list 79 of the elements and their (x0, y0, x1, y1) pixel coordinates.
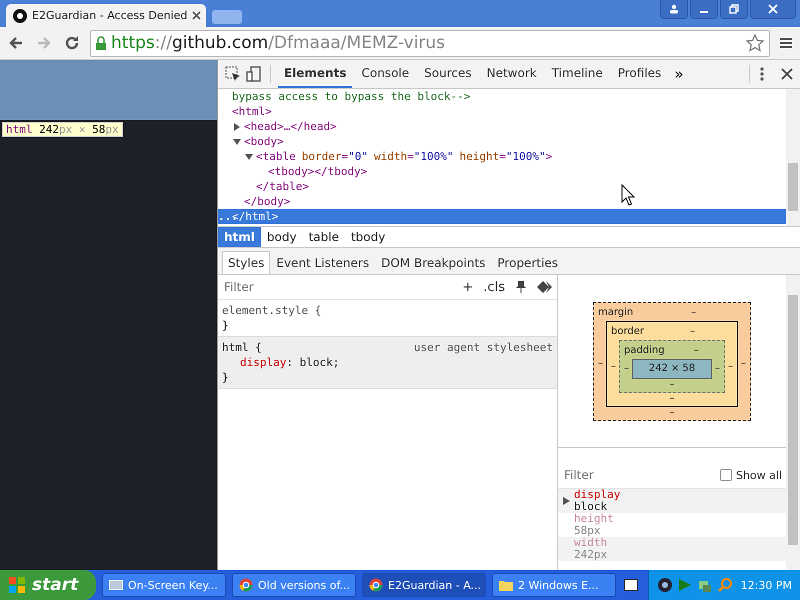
diamond-icon[interactable] (536, 281, 553, 293)
user-icon[interactable] (660, 0, 688, 19)
dom-node[interactable]: <table border="0" width="100%" height="100%"> (256, 149, 552, 164)
class-button[interactable]: .cls (483, 280, 505, 294)
content-box: 242 × 58 (632, 358, 712, 378)
add-rule-button[interactable]: + (462, 280, 474, 294)
scrollbar[interactable] (786, 275, 800, 570)
devtools-tab[interactable]: Elements (278, 60, 352, 88)
property-name: display (574, 489, 622, 501)
property-value: 58px (574, 525, 600, 537)
element-size-tooltip: html 242px × 58px (2, 122, 123, 137)
dom-node[interactable]: </table> (218, 179, 786, 194)
dom-node[interactable]: <tbody></tbody> (268, 164, 368, 179)
taskbar-button[interactable]: Old versions of... (232, 573, 356, 597)
devtools-tab[interactable]: Network (480, 60, 543, 88)
expanded-triangle-icon[interactable] (232, 138, 241, 146)
breadcrumb[interactable]: table (302, 227, 345, 247)
html-comment: bypass access to bypass the block--> (230, 89, 472, 104)
collapsed-triangle-icon[interactable] (562, 497, 570, 505)
dom-node[interactable]: <body> (244, 134, 284, 149)
panel-tab[interactable]: DOM Breakpoints (375, 251, 492, 274)
padlock-icon (95, 36, 107, 50)
filter-field[interactable]: Filter (222, 279, 452, 295)
devtools-tab[interactable]: Sources (418, 60, 478, 88)
css-selector: html { (222, 340, 262, 355)
device-icon[interactable] (244, 65, 263, 83)
show-all-checkbox[interactable]: Show all (720, 468, 782, 482)
close-icon[interactable] (750, 0, 796, 19)
css-declaration: display: block; (238, 355, 340, 370)
scrollbar[interactable] (786, 89, 800, 226)
border-box: border – – padding – – 242 × 58 – – – – (606, 320, 738, 406)
rule-source: user agent stylesheet (414, 340, 553, 355)
start-button[interactable]: start (0, 570, 96, 600)
folder-icon (499, 579, 513, 591)
breadcrumb[interactable]: tbody (344, 227, 392, 247)
property-name: height (574, 513, 615, 525)
taskbar-button[interactable]: 2 Windows E... (492, 573, 616, 597)
minimize-icon[interactable] (690, 0, 718, 19)
property-value: 242px (574, 549, 608, 561)
breadcrumb[interactable]: html (218, 227, 261, 247)
breadcrumb[interactable]: body (260, 227, 303, 247)
expanded-triangle-icon[interactable] (244, 152, 253, 160)
panel-tab[interactable]: Properties (491, 251, 564, 274)
clock: 12:30 PM (740, 578, 792, 592)
closing-brace: } (222, 370, 230, 385)
panel-tab[interactable]: Styles (222, 251, 270, 274)
devtools-tab[interactable]: Profiles (612, 60, 668, 88)
browser-tab[interactable]: E2Guardian - Access Denied (6, 4, 206, 27)
restore-icon[interactable] (720, 0, 748, 19)
windows-flag-icon (8, 576, 26, 594)
mouse-pointer-icon (620, 184, 635, 206)
taskbar-button[interactable]: E2Guardian - A... (362, 573, 486, 597)
padding-box: padding – – 242 × 58 – – (618, 340, 725, 392)
css-selector: element.style { (222, 303, 322, 318)
media-icon[interactable] (656, 577, 673, 593)
closing-brace: } (222, 318, 230, 333)
browser-icon (239, 578, 253, 592)
filter-field[interactable]: Filter (562, 467, 716, 483)
devtools-tab[interactable]: Timeline (546, 60, 609, 88)
dom-node[interactable]: <html> (232, 104, 272, 119)
panel-tab[interactable]: Event Listeners (270, 251, 376, 274)
margin-box: margin – – border – – padding – – 242 × 58 – – – – – – (592, 302, 751, 420)
property-value: block (574, 501, 608, 513)
taskbar-button[interactable]: On-Screen Key... (102, 573, 226, 597)
inspect-icon[interactable] (224, 65, 242, 83)
close-icon[interactable] (192, 11, 202, 20)
more-tabs-button[interactable]: » (670, 65, 688, 83)
property-name: width (574, 537, 608, 549)
collapsed-triangle-icon[interactable] (232, 122, 241, 130)
dom-node[interactable]: </body> (218, 194, 786, 209)
devtools-tab[interactable]: Console (355, 60, 416, 88)
star-icon[interactable] (745, 33, 765, 53)
dom-node[interactable]: <head>…</head> (244, 119, 337, 134)
close-icon[interactable] (780, 67, 794, 81)
browser-icon (369, 578, 383, 592)
pin-icon[interactable] (514, 280, 527, 294)
dom-node[interactable]: ...</html> (218, 209, 786, 224)
address-bar[interactable]: https://github.com/Dfmaaa/MEMZ-virus (90, 30, 770, 56)
menu-icon[interactable] (778, 35, 794, 51)
